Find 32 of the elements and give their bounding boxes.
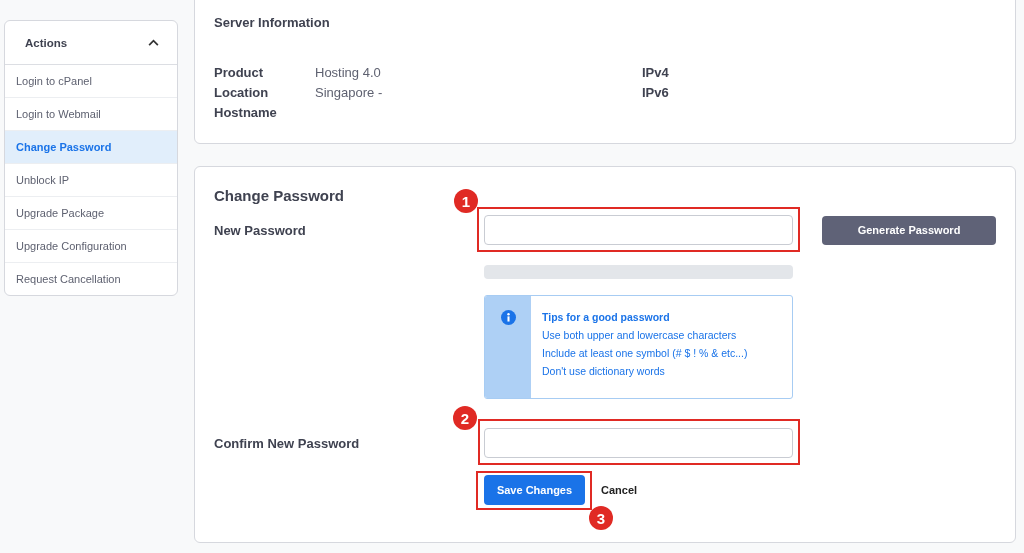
generate-password-button[interactable]: Generate Password [822, 215, 996, 245]
section-heading: Change Password [214, 187, 345, 204]
new-password-field[interactable] [484, 215, 793, 245]
save-changes-button[interactable]: Save Changes [484, 475, 585, 505]
step-number: 2 [453, 406, 477, 430]
confirm-password-field[interactable] [484, 428, 793, 458]
chevron-icon[interactable] [148, 39, 159, 46]
sidebar-item[interactable]: Upgrade Configuration [5, 230, 177, 263]
step-number: 3 [589, 506, 613, 530]
info-label: Hostname [214, 104, 278, 120]
step-number: 1 [454, 189, 478, 213]
tip-text: Use both upper and lowercase characters [542, 329, 738, 341]
sidebar-item[interactable]: Login to cPanel [5, 65, 177, 98]
card-title: Server Information [214, 15, 331, 30]
tip-text: Don't use dictionary words [542, 365, 666, 377]
info-label: IPv4 [642, 64, 670, 80]
sidebar-item[interactable]: Request Cancellation [5, 263, 177, 295]
field-label: Confirm New Password [214, 435, 361, 451]
sidebar-item[interactable]: Upgrade Package [5, 197, 177, 230]
info-label: IPv6 [642, 84, 670, 100]
info-label: Location [214, 84, 270, 100]
cancel-button[interactable]: Cancel [601, 484, 638, 496]
info-label: Product [214, 64, 265, 80]
info-value: Hosting 4.0 [315, 64, 381, 80]
sidebar-item[interactable]: Change Password [5, 131, 177, 164]
tips-title: Tips for a good password [542, 311, 671, 323]
field-label: New Password [214, 222, 307, 238]
sidebar-title: Actions [25, 36, 68, 49]
tip-text: Include at least one symbol (# $ ! % & etc...) [542, 347, 748, 359]
sidebar-item[interactable]: Unblock IP [5, 164, 177, 197]
info-icon [500, 310, 516, 325]
info-value: Singapore - [315, 84, 383, 100]
